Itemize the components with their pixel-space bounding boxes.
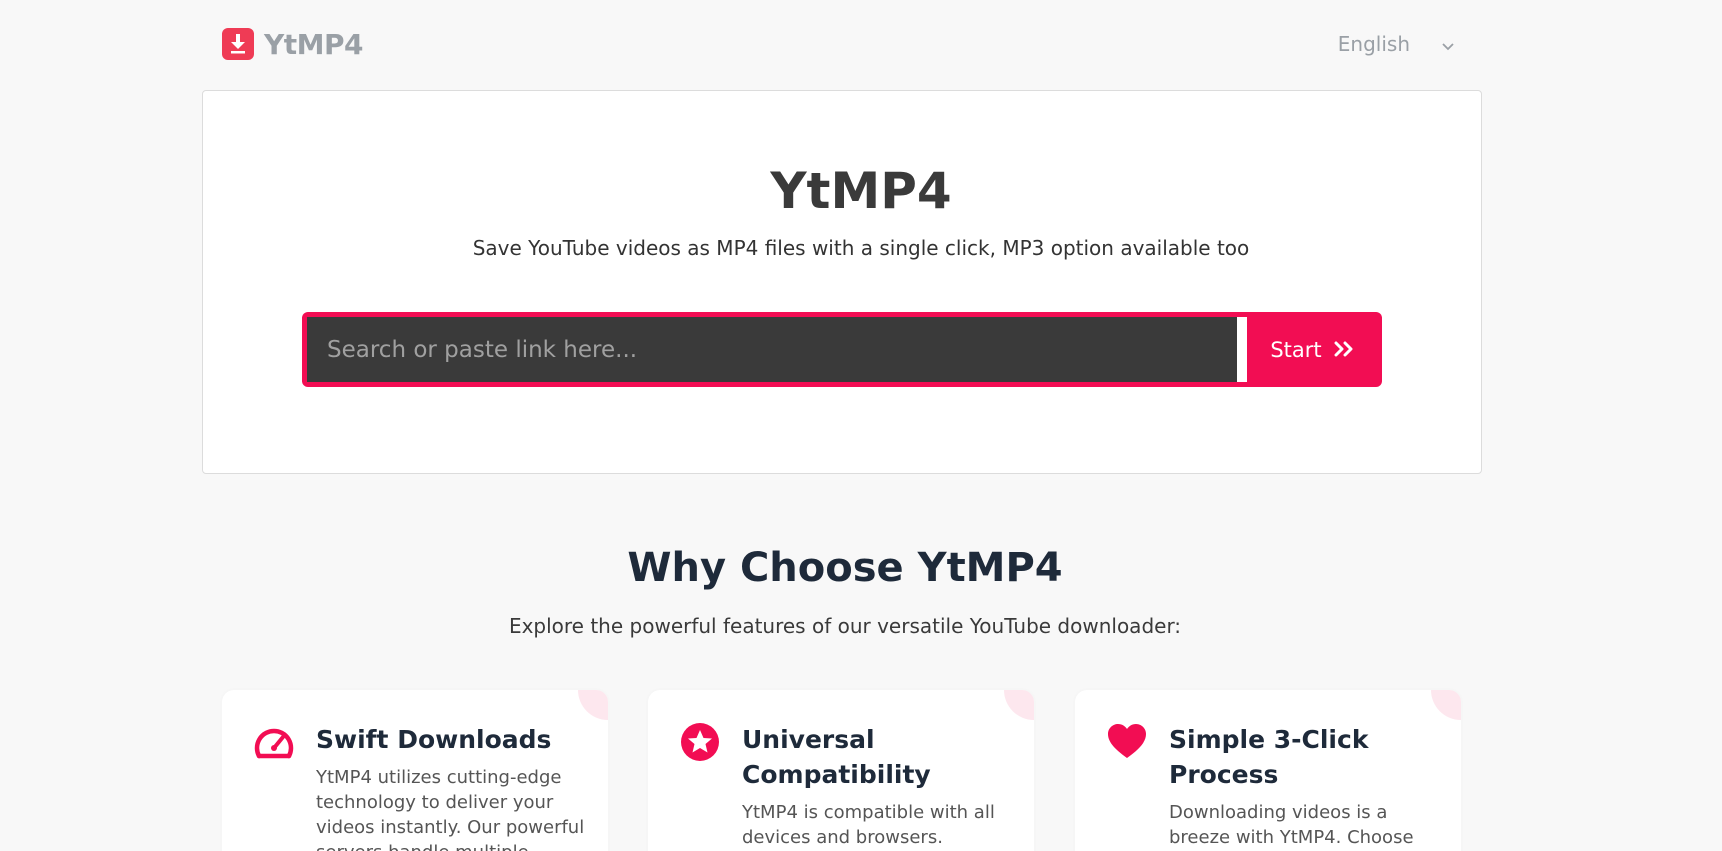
start-button[interactable]: Start [1247,317,1377,382]
card-corner-decoration [1004,690,1034,720]
feature-card-simple: Simple 3-Click Process Downloading video… [1075,690,1461,851]
start-label: Start [1270,337,1322,362]
brand-name: YtMP4 [264,27,364,61]
card-corner-decoration [578,690,608,720]
chevron-down-icon [1442,32,1454,56]
feature-text: YtMP4 is compatible with all devices and… [742,802,995,848]
speedometer-icon [254,722,294,762]
site-header: YtMP4 English [222,22,1460,66]
search-divider [1237,317,1247,382]
feature-card-compat: Universal Compatibility YtMP4 is compati… [648,690,1034,851]
heart-icon [1107,722,1147,762]
double-chevron-right-icon [1334,338,1354,362]
why-title: Why Choose YtMP4 [627,545,1063,591]
hero-card [202,90,1482,474]
card-corner-decoration [1431,690,1461,720]
star-icon [680,722,720,762]
hero-title: YtMP4 [770,162,952,220]
feature-text: YtMP4 utilizes cutting-edge technology t… [316,767,585,851]
search-bar: Start [302,312,1382,387]
feature-card-swift: Swift Downloads YtMP4 utilizes cutting-e… [222,690,608,851]
language-label: English [1337,32,1410,56]
download-logo-icon [222,28,254,60]
feature-text: Downloading videos is a breeze with YtMP… [1169,802,1414,848]
search-input[interactable] [307,317,1237,382]
feature-title: Simple 3-Click Process [1169,725,1369,789]
feature-title: Universal Compatibility [742,725,931,789]
language-select[interactable]: English [1338,32,1460,56]
brand[interactable]: YtMP4 [222,27,364,61]
hero-subtitle: Save YouTube videos as MP4 files with a … [472,236,1250,260]
why-subtitle: Explore the powerful features of our ver… [508,614,1182,638]
feature-title: Swift Downloads [316,725,552,754]
